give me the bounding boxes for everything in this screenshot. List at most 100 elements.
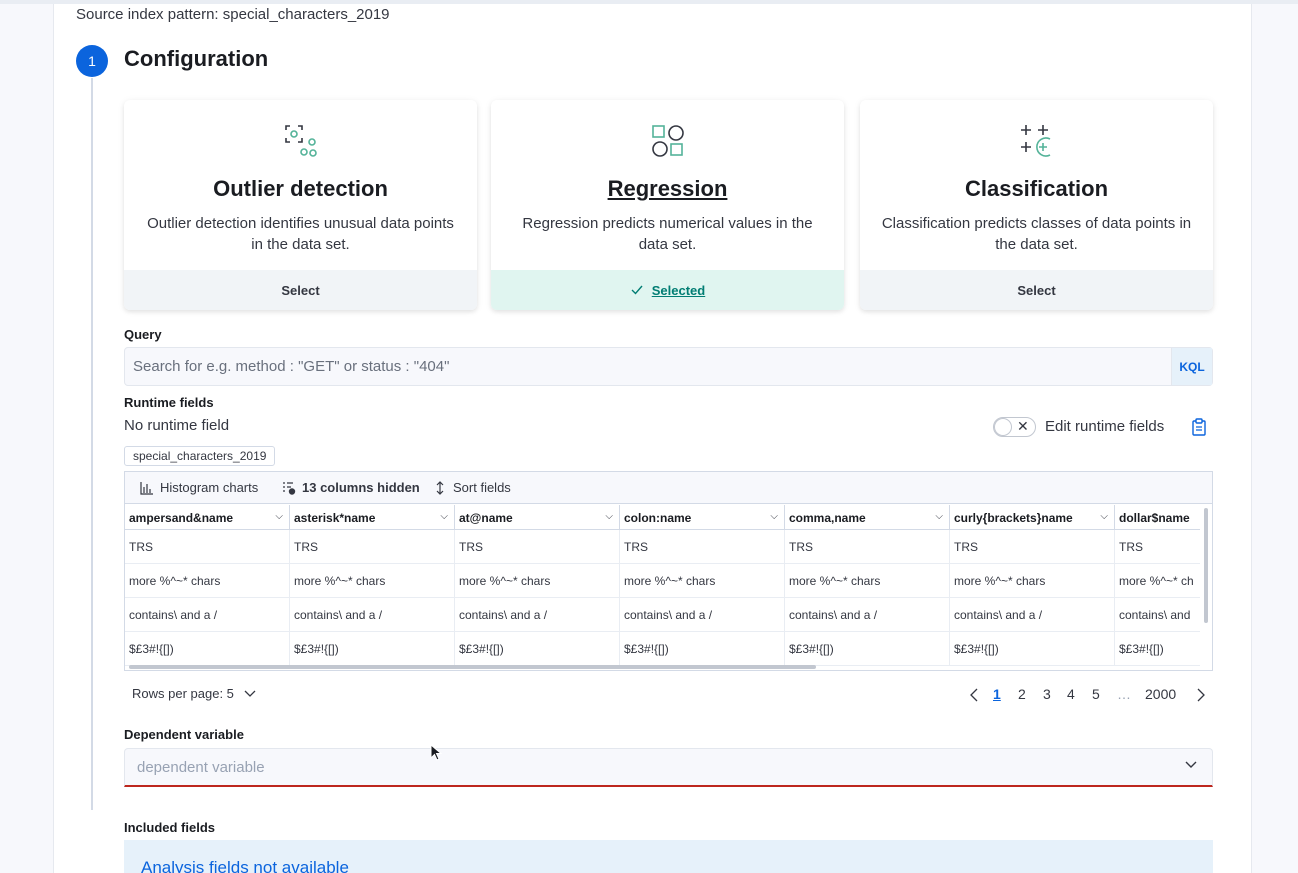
edit-runtime-label: Edit runtime fields xyxy=(1045,418,1165,435)
table-cell[interactable]: more %^~* chars xyxy=(950,564,1115,598)
clipboard-icon[interactable] xyxy=(1191,418,1207,436)
card-title: Regression xyxy=(607,176,728,201)
no-runtime-field-text: No runtime field xyxy=(124,417,230,434)
column-header[interactable]: colon:name ⌵ xyxy=(620,505,785,530)
step-connector xyxy=(91,78,93,810)
vertical-scrollbar[interactable] xyxy=(1204,508,1208,623)
chevron-down-icon[interactable]: ⌵ xyxy=(935,511,943,522)
table-cell[interactable]: $£3#!{[]) xyxy=(125,632,290,666)
columns-hidden-button[interactable]: 13 columns hidden xyxy=(282,480,420,495)
table-cell[interactable]: contains\ and a / xyxy=(290,598,455,632)
chevron-down-icon[interactable]: ⌵ xyxy=(770,511,778,522)
card-regression[interactable]: Regression Regression predicts numerical… xyxy=(491,100,844,310)
page-2[interactable]: 2 xyxy=(1018,686,1026,702)
chevron-down-icon[interactable]: ⌵ xyxy=(440,511,448,522)
outlier-detection-icon xyxy=(284,125,317,157)
close-icon: ✕ xyxy=(1017,418,1029,434)
table-cell[interactable]: $£3#!{[]) xyxy=(950,632,1115,666)
histogram-icon xyxy=(140,481,153,495)
table-cell[interactable]: $£3#!{[]) xyxy=(785,632,950,666)
card-outlier-detection[interactable]: Outlier detection Outlier detection iden… xyxy=(124,100,477,310)
column-header[interactable]: comma,name ⌵ xyxy=(785,505,950,530)
rows-per-page-button[interactable]: Rows per page: 5 xyxy=(132,686,256,701)
page-4[interactable]: 4 xyxy=(1067,686,1075,702)
chevron-down-icon[interactable]: ⌵ xyxy=(1100,511,1108,522)
table-row: contains\ and a / contains\ and a / cont… xyxy=(125,598,1200,632)
table-cell[interactable]: contains\ and a / xyxy=(455,598,620,632)
column-header-label: colon:name xyxy=(624,511,692,525)
chevron-down-icon[interactable] xyxy=(1184,758,1198,772)
table-cell[interactable]: contains\ and a / xyxy=(620,598,785,632)
select-outlier-button[interactable]: Select xyxy=(124,270,477,310)
toggle-knob xyxy=(994,418,1012,436)
card-title: Classification xyxy=(964,176,1109,201)
table-cell[interactable]: $£3#!{[]) xyxy=(290,632,455,666)
selected-label: Selected xyxy=(651,282,706,298)
page-5[interactable]: 5 xyxy=(1092,686,1100,702)
column-header-label: dollar$name xyxy=(1119,511,1190,525)
column-header-label: curly{brackets}name xyxy=(954,511,1073,525)
table-row: more %^~* chars more %^~* chars more %^~… xyxy=(125,564,1200,598)
runtime-fields-label: Runtime fields xyxy=(124,395,214,410)
histogram-charts-button[interactable]: Histogram charts xyxy=(140,480,258,495)
table-row: TRS TRS TRS TRS TRS TRS TRS xyxy=(125,530,1200,564)
columns-hidden-icon xyxy=(283,481,296,495)
column-header[interactable]: curly{brackets}name ⌵ xyxy=(950,505,1115,530)
query-label: Query xyxy=(124,327,162,342)
callout-title: Analysis fields not available xyxy=(141,858,349,873)
table-cell[interactable]: contains\ and a / xyxy=(785,598,950,632)
table-cell[interactable]: more %^~* chars xyxy=(785,564,950,598)
table-cell[interactable]: more %^~* chars xyxy=(455,564,620,598)
dependent-variable-input[interactable] xyxy=(125,749,1165,785)
chevron-down-icon[interactable]: ⌵ xyxy=(275,511,283,522)
page-3[interactable]: 3 xyxy=(1043,686,1051,702)
page-1[interactable]: 1 xyxy=(993,686,1001,702)
table-cell[interactable]: contains\ and a / xyxy=(950,598,1115,632)
horizontal-scrollbar[interactable] xyxy=(129,665,816,669)
table-cell[interactable]: more %^~* chars xyxy=(125,564,290,598)
table-cell[interactable]: $£3#!{[]) xyxy=(1115,632,1200,666)
column-header[interactable]: ampersand&name ⌵ xyxy=(125,505,290,530)
table-cell[interactable]: $£3#!{[]) xyxy=(620,632,785,666)
sort-icon xyxy=(436,480,444,495)
table-cell[interactable]: more %^~* ch xyxy=(1115,564,1200,598)
chevron-left-icon[interactable] xyxy=(969,688,979,702)
table-cell[interactable]: TRS xyxy=(785,530,950,564)
step-title: Configuration xyxy=(124,46,269,71)
table-cell[interactable]: TRS xyxy=(620,530,785,564)
card-classification[interactable]: Classification Classification predicts c… xyxy=(860,100,1213,310)
table-cell[interactable]: contains\ and xyxy=(1115,598,1200,632)
select-label: Select xyxy=(1017,282,1056,298)
table-cell[interactable]: TRS xyxy=(455,530,620,564)
card-description: Outlier detection identifies unusual dat… xyxy=(147,215,454,253)
table-cell[interactable]: TRS xyxy=(1115,530,1200,564)
column-header[interactable]: dollar$name xyxy=(1115,505,1200,530)
table-cell[interactable]: TRS xyxy=(950,530,1115,564)
sort-fields-button[interactable]: Sort fields xyxy=(433,480,511,495)
column-header[interactable]: asterisk*name ⌵ xyxy=(290,505,455,530)
select-classification-button[interactable]: Select xyxy=(860,270,1213,310)
dependent-variable-combobox[interactable] xyxy=(124,748,1213,787)
table-cell[interactable]: TRS xyxy=(125,530,290,564)
chevron-down-icon[interactable]: ⌵ xyxy=(605,511,613,522)
page-last[interactable]: 2000 xyxy=(1145,686,1176,702)
sort-fields-label: Sort fields xyxy=(453,480,511,495)
column-header[interactable]: at@name ⌵ xyxy=(455,505,620,530)
query-input[interactable] xyxy=(125,348,1165,385)
chevron-down-icon xyxy=(244,690,256,697)
index-pattern-badge: special_characters_2019 xyxy=(124,446,276,466)
rows-per-page-label: Rows per page: 5 xyxy=(132,686,234,701)
edit-runtime-toggle[interactable]: ✕ xyxy=(993,417,1036,437)
kql-button[interactable]: KQL xyxy=(1171,348,1212,385)
table-cell[interactable]: TRS xyxy=(290,530,455,564)
step-number: 1 xyxy=(76,45,108,77)
table-cell[interactable]: more %^~* chars xyxy=(290,564,455,598)
table-cell[interactable]: $£3#!{[]) xyxy=(455,632,620,666)
chevron-right-icon[interactable] xyxy=(1196,688,1206,702)
check-icon xyxy=(631,285,643,295)
selected-regression-button[interactable]: Selected xyxy=(491,270,844,310)
source-index-pattern: Source index pattern: special_characters… xyxy=(76,6,390,23)
column-header-label: asterisk*name xyxy=(294,511,376,525)
table-cell[interactable]: more %^~* chars xyxy=(620,564,785,598)
table-cell[interactable]: contains\ and a / xyxy=(125,598,290,632)
